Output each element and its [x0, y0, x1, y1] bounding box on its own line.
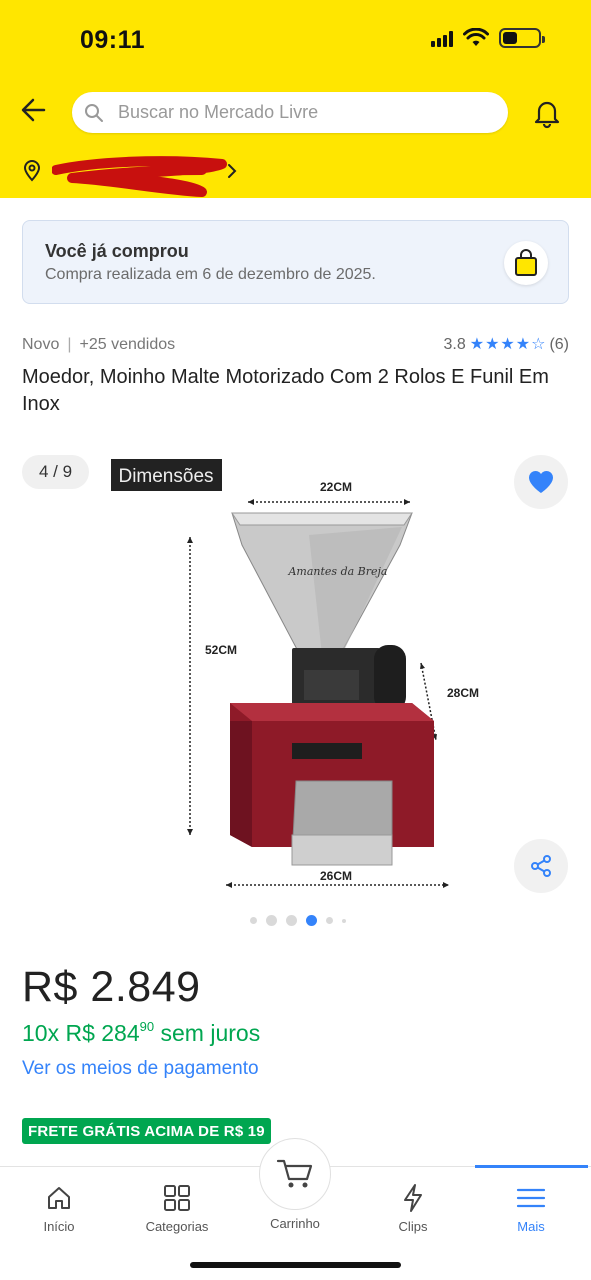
menu-icon — [516, 1188, 546, 1208]
purchase-bag-button[interactable] — [504, 241, 548, 285]
nav-label: Mais — [517, 1219, 545, 1234]
sold-count: +25 vendidos — [79, 336, 176, 353]
gallery-counter: 4 / 9 — [22, 455, 89, 489]
rating-count: (6) — [549, 336, 569, 353]
rating-value: 3.8 — [443, 336, 466, 353]
installments-cents: 90 — [139, 1019, 155, 1034]
cellular-signal-icon — [431, 29, 453, 47]
chevron-right-icon — [228, 164, 237, 178]
status-time: 09:11 — [80, 26, 146, 54]
pagination-dot[interactable] — [286, 915, 297, 926]
nav-item-mais[interactable]: Mais — [472, 1167, 590, 1247]
share-button[interactable] — [514, 839, 568, 893]
search-input[interactable] — [118, 102, 488, 123]
search-bar[interactable] — [72, 92, 508, 133]
image-caption: Dimensões — [118, 466, 213, 487]
hopper-logo: Amantes da Breja — [287, 565, 387, 578]
notifications-button[interactable] — [530, 96, 564, 130]
pagination-dot[interactable] — [250, 917, 257, 924]
dim-height: 52CM — [205, 643, 237, 657]
home-indicator — [190, 1262, 401, 1268]
nav-item-carrinho[interactable] — [259, 1138, 331, 1210]
cart-icon — [276, 1159, 313, 1188]
battery-icon — [499, 28, 545, 48]
rating-summary[interactable]: 3.8 ★ ★ ★ ★ ☆ (6) — [443, 336, 569, 354]
star-empty-icon: ☆ — [531, 336, 546, 353]
product-title: Moedor, Moinho Malte Motorizado Com 2 Ro… — [22, 366, 549, 415]
condition-label: Novo — [22, 336, 60, 353]
separator: | — [67, 336, 72, 353]
payment-methods-link[interactable]: Ver os meios de pagamento — [22, 1058, 259, 1080]
pagination-dot[interactable] — [342, 918, 346, 923]
lightning-icon — [404, 1184, 422, 1212]
nav-item-inicio[interactable]: Início — [0, 1167, 118, 1247]
nav-label: Clips — [398, 1219, 428, 1234]
price: R$ 2.849 — [22, 963, 201, 1011]
star-filled-icon: ★ — [485, 336, 500, 353]
status-icons — [431, 28, 545, 48]
pagination-dot[interactable] — [326, 917, 333, 924]
dim-width-top: 22CM — [320, 480, 352, 494]
purchase-notice-subtitle: Compra realizada em 6 de dezembro de 202… — [45, 266, 376, 283]
grid-icon — [164, 1185, 190, 1211]
redacted-address-scribble — [52, 156, 227, 197]
favorite-button[interactable] — [514, 455, 568, 509]
home-icon — [48, 1187, 70, 1209]
nav-label: Categorias — [145, 1219, 209, 1234]
gallery-pagination[interactable] — [250, 915, 346, 926]
pagination-dot[interactable] — [266, 915, 277, 926]
share-icon — [531, 855, 551, 877]
star-filled-icon: ★ — [500, 336, 515, 353]
installments-suffix: sem juros — [160, 1020, 261, 1046]
location-pin-icon — [23, 160, 41, 182]
nav-label-carrinho[interactable]: Carrinho — [236, 1216, 354, 1231]
nav-label: Início — [43, 1219, 75, 1234]
star-filled-icon: ★ — [469, 336, 485, 353]
rating-stars: ★ ★ ★ ★ ☆ — [470, 337, 546, 353]
bell-icon — [534, 101, 560, 129]
nav-item-clips[interactable]: Clips — [354, 1167, 472, 1247]
pagination-dot-active[interactable] — [306, 915, 317, 926]
star-filled-icon: ★ — [515, 336, 531, 353]
delivery-address[interactable] — [22, 156, 252, 197]
product-condition-row: Novo | +25 vendidos — [22, 336, 175, 354]
back-arrow-icon — [21, 98, 46, 122]
dim-width-base: 26CM — [320, 869, 352, 883]
header-bar: 09:11 — [0, 0, 591, 198]
installments: 10x R$ 28490 sem juros — [22, 1019, 260, 1047]
heart-icon — [528, 470, 554, 493]
nav-item-categorias[interactable]: Categorias — [118, 1167, 236, 1247]
wifi-icon — [463, 28, 489, 46]
dim-depth: 28CM — [447, 686, 479, 700]
back-button[interactable] — [18, 94, 50, 126]
shopping-bag-icon — [515, 249, 537, 276]
product-image[interactable]: Dimensões 22CM 52CM 28CM 26CM Amantes da… — [104, 455, 484, 895]
free-shipping-badge: FRETE GRÁTIS ACIMA DE R$ 19 — [22, 1118, 271, 1144]
search-icon — [85, 103, 103, 122]
purchase-notice-title: Você já comprou — [45, 241, 189, 261]
installments-amount: 10x R$ 284 — [22, 1020, 140, 1046]
purchase-notice-card[interactable]: Você já comprou Compra realizada em 6 de… — [22, 220, 569, 304]
